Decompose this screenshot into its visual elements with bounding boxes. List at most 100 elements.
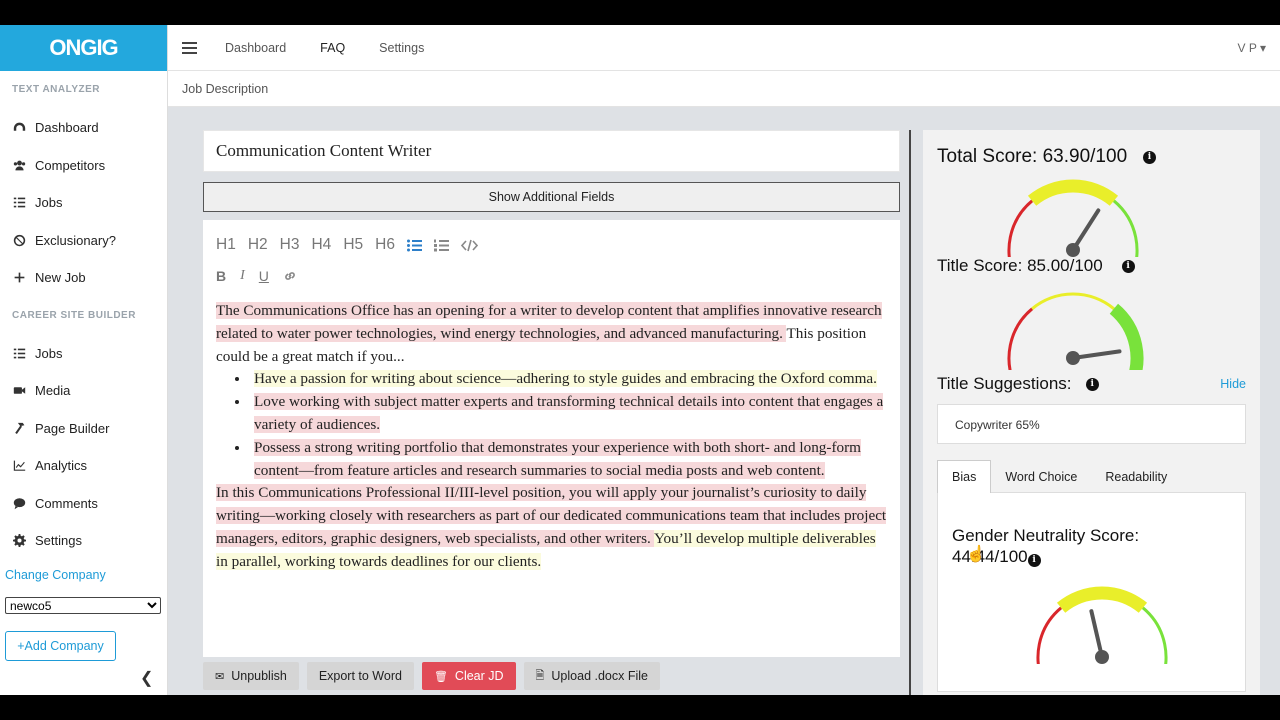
sidebar-item-dashboard[interactable]: Dashboard bbox=[0, 109, 167, 147]
hammer-icon bbox=[15, 422, 25, 434]
export-to-word-button[interactable]: Export to Word bbox=[306, 662, 414, 690]
gender-score-value-row: 44.44/100 i bbox=[952, 546, 1231, 567]
tab-readability[interactable]: Readability bbox=[1091, 460, 1181, 493]
h6-button[interactable]: H6 bbox=[375, 236, 395, 254]
gauge-red-segment bbox=[1007, 199, 1034, 257]
numbered-list-icon[interactable] bbox=[433, 239, 449, 252]
h2-button[interactable]: H2 bbox=[248, 236, 268, 254]
title-suggestion-item[interactable]: Copywriter 65% bbox=[937, 404, 1246, 444]
job-title-input[interactable]: Communication Content Writer bbox=[203, 130, 900, 172]
tab-bias[interactable]: Bias bbox=[937, 460, 992, 493]
sidebar-items-text-analyzer: Dashboard Competitors Jobs Exclusionary?… bbox=[0, 109, 167, 297]
sidebar-item-new-job[interactable]: New Job bbox=[0, 259, 167, 297]
info-icon[interactable]: i bbox=[1142, 150, 1156, 164]
tab-word-choice[interactable]: Word Choice bbox=[991, 460, 1091, 493]
sidebar-item-media[interactable]: Media bbox=[0, 372, 167, 410]
info-icon[interactable]: i bbox=[1121, 259, 1135, 273]
link-icon[interactable] bbox=[283, 269, 297, 283]
underline-icon[interactable]: U bbox=[259, 268, 269, 284]
nav-faq[interactable]: FAQ bbox=[320, 41, 345, 55]
sidebar-item-jobs[interactable]: Jobs bbox=[0, 184, 167, 222]
list-item: Love working with subject matter experts… bbox=[250, 391, 887, 437]
sidebar-item-label: Page Builder bbox=[35, 420, 110, 436]
sidebar-item-career-jobs[interactable]: Jobs bbox=[0, 335, 167, 373]
info-icon[interactable]: i bbox=[1085, 377, 1099, 391]
sidebar-item-label: Settings bbox=[35, 533, 82, 549]
code-icon[interactable] bbox=[460, 239, 478, 252]
sidebar-item-page-builder[interactable]: Page Builder bbox=[0, 410, 167, 448]
section-text-analyzer: TEXT ANALYZER bbox=[12, 84, 100, 95]
rich-text-editor[interactable]: H1 H2 H3 H4 H5 H6 B I U The Communicatio… bbox=[203, 220, 900, 657]
collapse-sidebar-icon[interactable]: ❮ bbox=[140, 668, 153, 688]
nav-dashboard[interactable]: Dashboard bbox=[225, 41, 286, 55]
sidebar-item-exclusionary[interactable]: Exclusionary? bbox=[0, 222, 167, 260]
title-score-heading: Title Score: 85.00/100 i bbox=[937, 256, 1246, 276]
total-score-heading: Total Score: 63.90/100 i bbox=[937, 146, 1246, 168]
title-suggestions-label: Title Suggestions: bbox=[937, 374, 1072, 393]
dashboard-icon bbox=[13, 122, 26, 131]
list-item: Have a passion for writing about science… bbox=[250, 368, 887, 391]
hamburger-menu-icon[interactable] bbox=[182, 39, 197, 57]
panel-divider[interactable] bbox=[909, 130, 911, 695]
highlight-pink: The Communications Office has an opening… bbox=[216, 302, 882, 342]
analysis-tabs: Bias Word Choice Readability bbox=[937, 460, 1246, 493]
sidebar: ONGIG TEXT ANALYZER Dashboard Competitor… bbox=[0, 25, 168, 695]
highlight-pink: Love working with subject matter experts… bbox=[254, 393, 884, 433]
gender-score-gauge bbox=[1036, 586, 1168, 664]
sidebar-item-settings[interactable]: Settings bbox=[0, 522, 167, 560]
user-menu[interactable]: V P ▾ bbox=[1238, 41, 1266, 55]
show-additional-fields-button[interactable]: Show Additional Fields bbox=[203, 182, 900, 212]
change-company-link[interactable]: Change Company bbox=[5, 568, 106, 582]
button-label: Upload .docx File bbox=[551, 669, 648, 683]
bullet-list: Have a passion for writing about science… bbox=[250, 368, 887, 482]
sidebar-item-competitors[interactable]: Competitors bbox=[0, 147, 167, 185]
gauge-red-segment bbox=[1007, 307, 1034, 370]
ongig-logo[interactable]: ONGIG bbox=[0, 25, 167, 71]
h1-button[interactable]: H1 bbox=[216, 236, 236, 254]
sidebar-item-label: Media bbox=[35, 383, 71, 399]
gear-icon bbox=[13, 534, 26, 548]
paragraph-2: In this Communications Professional II/I… bbox=[216, 482, 887, 573]
button-label: Export to Word bbox=[318, 669, 402, 683]
top-navbar: Dashboard FAQ Settings V P ▾ bbox=[168, 25, 1280, 71]
clear-jd-button[interactable]: 🗑 Clear JD bbox=[421, 662, 516, 690]
add-company-button[interactable]: +Add Company bbox=[5, 631, 116, 661]
info-icon[interactable]: i bbox=[1027, 554, 1041, 567]
gauge-active-segment bbox=[1109, 303, 1144, 370]
hide-suggestions-link[interactable]: Hide bbox=[1220, 377, 1246, 391]
editor-toolbar-format: B I U bbox=[216, 265, 887, 287]
list-icon bbox=[13, 348, 26, 359]
nav-settings[interactable]: Settings bbox=[379, 41, 424, 55]
title-score-gauge bbox=[1007, 292, 1144, 370]
upload-docx-button[interactable]: 🗎 Upload .docx File bbox=[523, 662, 660, 690]
bold-icon[interactable]: B bbox=[216, 268, 226, 284]
video-icon bbox=[13, 387, 26, 394]
h5-button[interactable]: H5 bbox=[343, 236, 363, 254]
gauge-green-segment bbox=[1112, 199, 1139, 257]
gauge-pivot bbox=[1066, 351, 1080, 365]
h3-button[interactable]: H3 bbox=[280, 236, 300, 254]
h4-button[interactable]: H4 bbox=[311, 236, 331, 254]
sidebar-item-label: Jobs bbox=[35, 195, 63, 211]
sidebar-item-comments[interactable]: Comments bbox=[0, 485, 167, 523]
total-score-gauge bbox=[1007, 179, 1139, 257]
caret-down-icon: ▾ bbox=[1256, 40, 1266, 55]
job-description-content[interactable]: The Communications Office has an opening… bbox=[216, 300, 887, 574]
users-icon bbox=[13, 160, 26, 171]
italic-icon[interactable]: I bbox=[240, 268, 245, 284]
editor-column: Communication Content Writer Show Additi… bbox=[203, 130, 900, 657]
unpublish-button[interactable]: ✉ Unpublish bbox=[203, 662, 299, 690]
gauge-yellow-segment bbox=[1031, 292, 1115, 310]
chart-icon bbox=[13, 460, 26, 472]
gauge-active-segment bbox=[1056, 586, 1148, 613]
score-panel: Total Score: 63.90/100 i Title Score: 85… bbox=[923, 130, 1260, 695]
gauge-green-segment bbox=[1141, 606, 1168, 664]
ban-icon bbox=[13, 234, 26, 246]
comment-icon bbox=[13, 497, 26, 509]
sidebar-item-analytics[interactable]: Analytics bbox=[0, 447, 167, 485]
sidebar-item-label: Analytics bbox=[35, 458, 88, 474]
breadcrumb: Job Description bbox=[168, 71, 1280, 107]
company-select[interactable]: newco5 bbox=[5, 597, 161, 614]
sidebar-item-label: Exclusionary? bbox=[35, 232, 116, 248]
bullet-list-icon[interactable] bbox=[406, 239, 422, 252]
